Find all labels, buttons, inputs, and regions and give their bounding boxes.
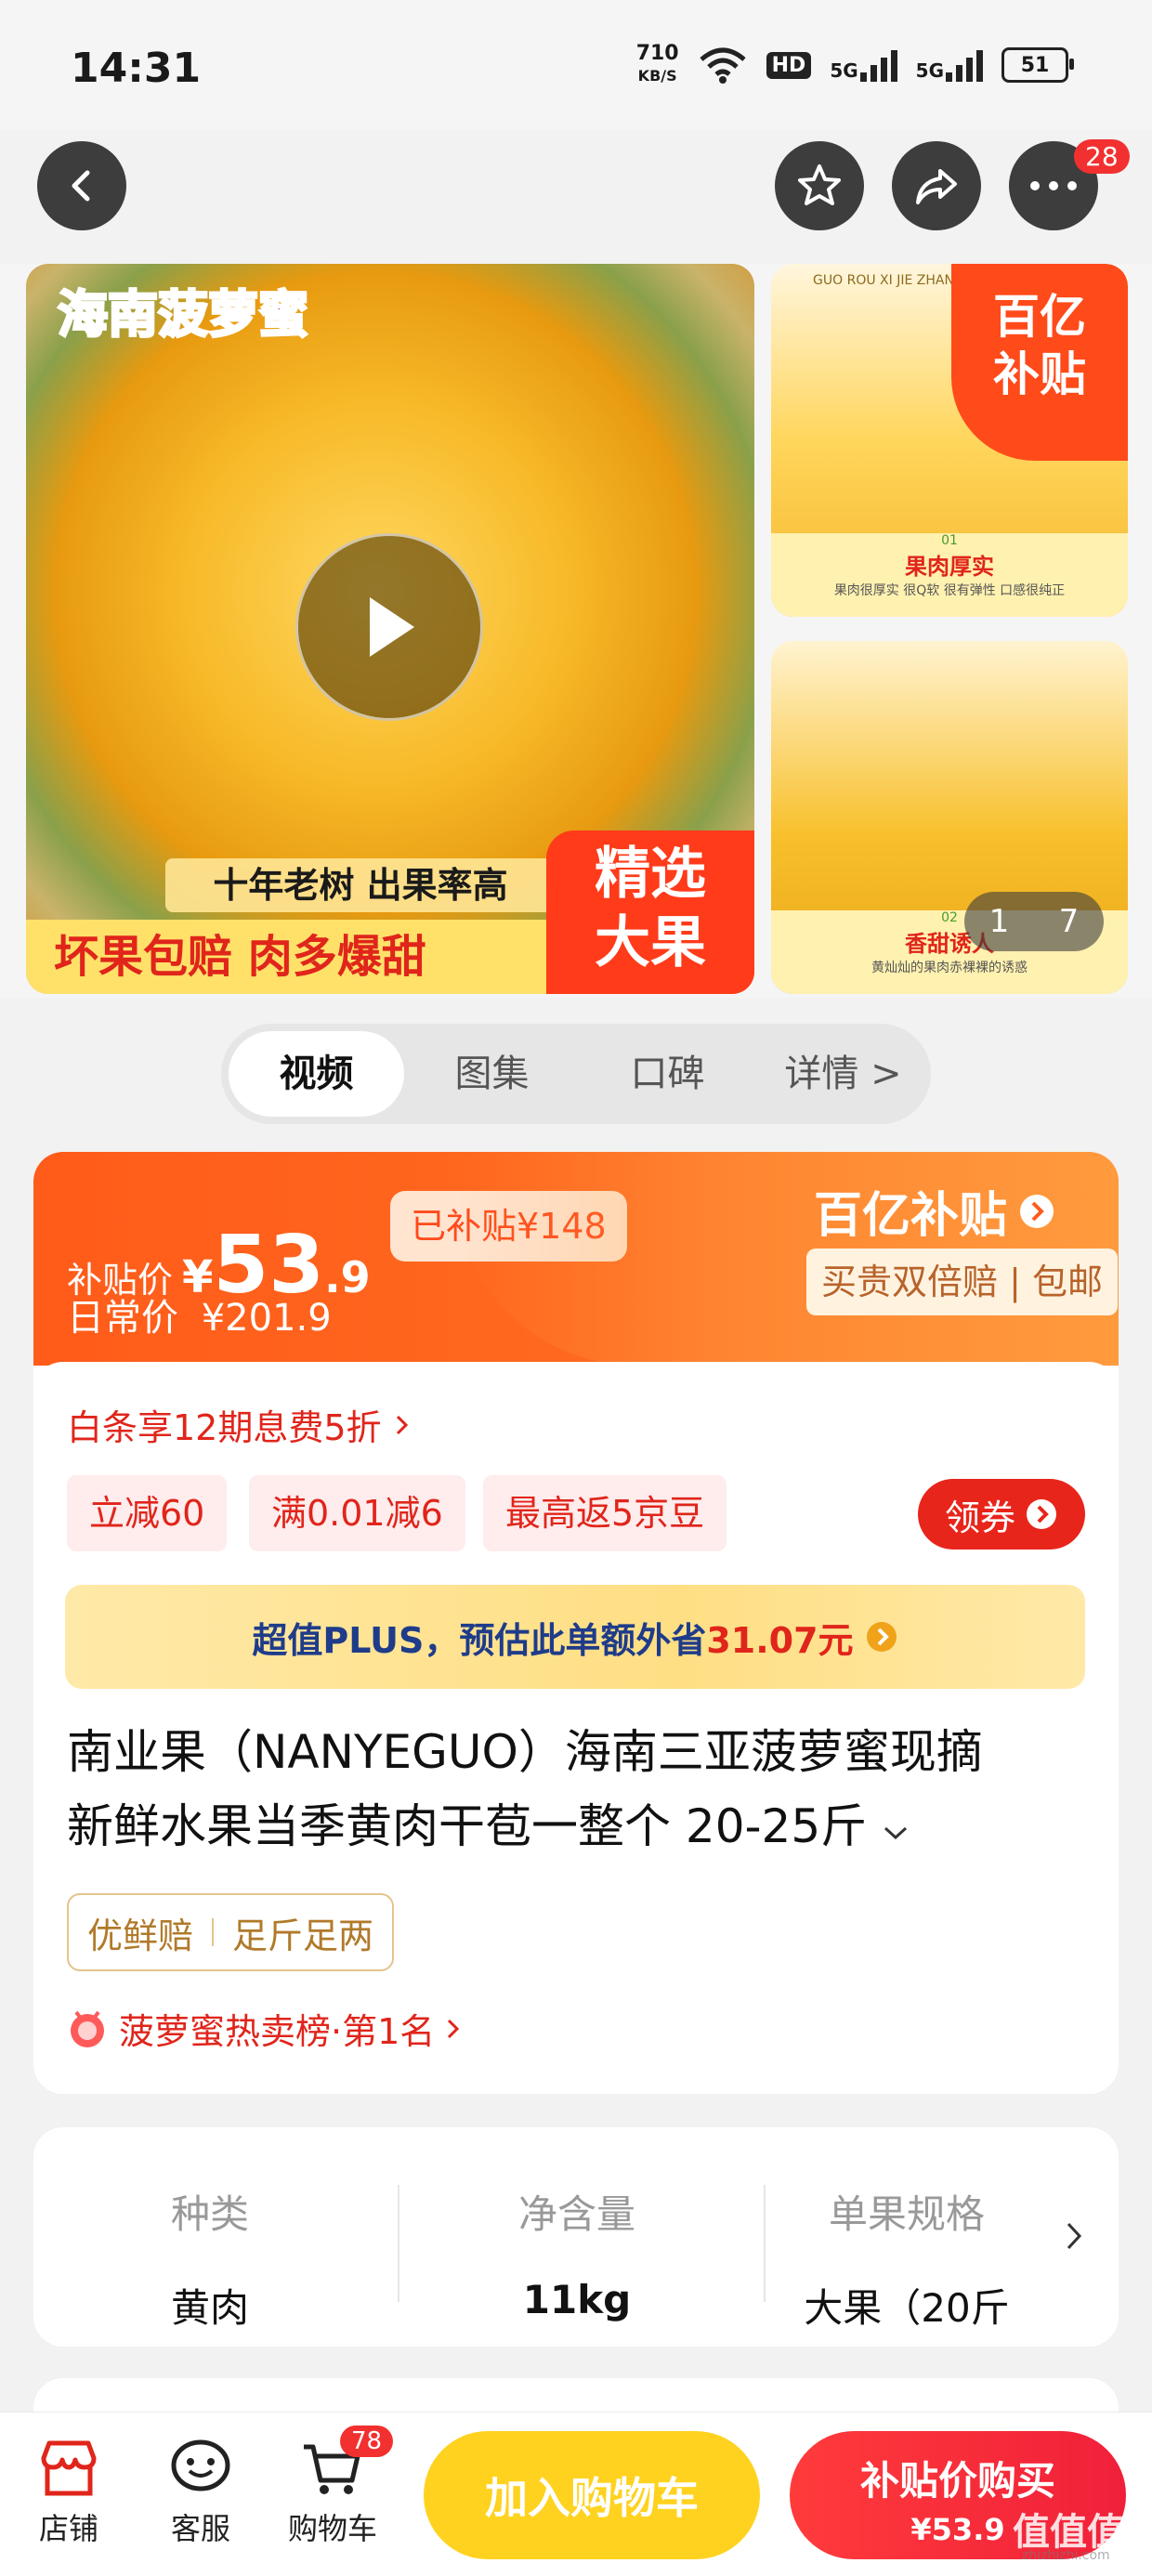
plus-savings-banner[interactable]: 超值PLUS，预估此单额外省 31.07元 <box>65 1585 1085 1689</box>
main-image-tag3: 精选 大果 <box>546 830 754 994</box>
spec-type: 种类 黄肉 <box>170 2191 249 2331</box>
medal-icon <box>71 2010 104 2047</box>
main-product-video[interactable]: 海南菠萝蜜 十年老树 出果率高 坏果包赔 肉多爆甜 精选 大果 <box>26 264 754 994</box>
status-icons: 710 KB/S HD 5G 5G 51 <box>635 42 1074 87</box>
baitiao-offer[interactable]: 白条享12期息费5折 <box>67 1399 410 1450</box>
message-count-badge: 28 <box>1074 139 1130 174</box>
spec-net-weight: 净含量 11kg <box>517 2191 635 2322</box>
battery-icon: 51 <box>1001 47 1074 83</box>
price-card: 补贴价 ¥ 53 .9 已补贴¥148 日常价 ¥201.9 百亿补贴 买贵双倍… <box>33 1152 1119 2094</box>
coupon-chip-1[interactable]: 立减60 <box>67 1475 228 1551</box>
network-speed: 710 KB/S <box>635 42 679 85</box>
customer-service-button[interactable]: 客服 <box>145 2431 256 2548</box>
chevron-right-circle-icon <box>1020 1194 1054 1228</box>
share-icon <box>916 169 957 204</box>
watermark-url: zhizhizhi.com <box>1022 2548 1110 2563</box>
shop-button[interactable]: 店铺 <box>13 2431 124 2548</box>
chevron-right-icon <box>396 1415 408 1434</box>
gallery-thumb-2[interactable]: 02 香甜诱人 黄灿灿的果肉赤裸裸的诱惑 1 7 <box>771 641 1128 994</box>
chevron-right-circle-icon <box>866 1622 897 1652</box>
chevron-left-icon <box>72 170 90 202</box>
ranking-link[interactable]: 菠萝蜜热卖榜·第1名 <box>67 2003 461 2054</box>
tab-details[interactable]: 详情 > <box>755 1031 931 1117</box>
back-button[interactable] <box>37 141 126 230</box>
signal-icon-2: 5G <box>916 48 983 82</box>
product-title[interactable]: 南业果（NANYEGUO）海南三亚菠萝蜜现摘 新鲜水果当季黄肉干苞一整个 20-… <box>67 1715 1089 1863</box>
brand-subsidy-link[interactable]: 百亿补贴 <box>814 1176 1055 1246</box>
gallery-page-indicator: 1 7 <box>964 892 1104 951</box>
chevron-right-icon[interactable] <box>1065 2220 1083 2252</box>
tab-gallery[interactable]: 图集 <box>404 1031 580 1117</box>
daily-price: 日常价 ¥201.9 <box>67 1297 332 1340</box>
spec-fruit-size: 单果规格 大果（20斤 <box>804 2191 1010 2331</box>
status-bar: 14:31 710 KB/S HD 5G 5G 51 <box>0 0 1152 130</box>
subsidy-badge: 百亿 补贴 <box>951 264 1128 461</box>
main-image-tag1: 十年老树 出果率高 <box>165 858 556 912</box>
service-tags[interactable]: 优鲜赔 足斤足两 <box>67 1893 395 1971</box>
main-image-title: 海南菠萝蜜 <box>57 284 310 346</box>
media-tabs: 视频 图集 口碑 详情 > <box>221 1024 931 1124</box>
add-to-cart-button[interactable]: 加入购物车 <box>424 2431 760 2559</box>
chevron-right-icon <box>448 2019 460 2038</box>
coupon-chip-2[interactable]: 满0.01减6 <box>249 1475 465 1551</box>
gallery-thumb-1[interactable]: GUO ROU XI JIE ZHAN SHI 百亿 补贴 01 果肉厚实 果肉… <box>771 264 1128 617</box>
promo-section: 白条享12期息费5折 立减60 满0.01减6 最高返5京豆 领券 超值PLUS… <box>33 1362 1119 2094</box>
product-gallery[interactable]: 海南菠萝蜜 十年老树 出果率高 坏果包赔 肉多爆甜 精选 大果 GUO ROU … <box>0 264 1152 998</box>
wifi-icon <box>699 47 746 84</box>
brand-guarantee: 买贵双倍赔 | 包邮 <box>806 1249 1118 1315</box>
get-coupon-button[interactable]: 领券 <box>918 1479 1085 1550</box>
favorite-button[interactable] <box>775 141 864 230</box>
tab-reviews[interactable]: 口碑 <box>580 1031 755 1117</box>
cart-count-badge: 78 <box>340 2426 394 2457</box>
signal-icon-1: 5G <box>830 48 897 82</box>
chat-smile-icon <box>171 2439 230 2491</box>
play-icon <box>370 597 414 657</box>
specs-card[interactable]: 种类 黄肉 净含量 11kg 单果规格 大果（20斤 <box>33 2127 1119 2347</box>
play-button[interactable] <box>295 533 483 721</box>
status-time: 14:31 <box>71 45 202 92</box>
chevron-down-icon <box>884 1826 908 1840</box>
price-header: 补贴价 ¥ 53 .9 已补贴¥148 日常价 ¥201.9 百亿补贴 买贵双倍… <box>33 1152 1119 1366</box>
more-dots-icon <box>1030 181 1077 190</box>
bottom-action-bar: 店铺 客服 购物车 78 加入购物车 补贴价购买 ¥53.9 值值值 zhizh… <box>0 2412 1152 2576</box>
coupon-chip-3[interactable]: 最高返5京豆 <box>483 1475 727 1551</box>
tab-video[interactable]: 视频 <box>229 1031 404 1117</box>
share-button[interactable] <box>892 141 981 230</box>
divider <box>398 2185 399 2302</box>
main-image-tag2: 坏果包赔 肉多爆甜 <box>26 920 611 994</box>
star-icon <box>798 164 841 205</box>
shop-icon <box>41 2440 97 2496</box>
divider <box>764 2185 766 2302</box>
chevron-right-circle-icon <box>1027 1499 1056 1529</box>
hd-icon: HD <box>766 51 812 79</box>
